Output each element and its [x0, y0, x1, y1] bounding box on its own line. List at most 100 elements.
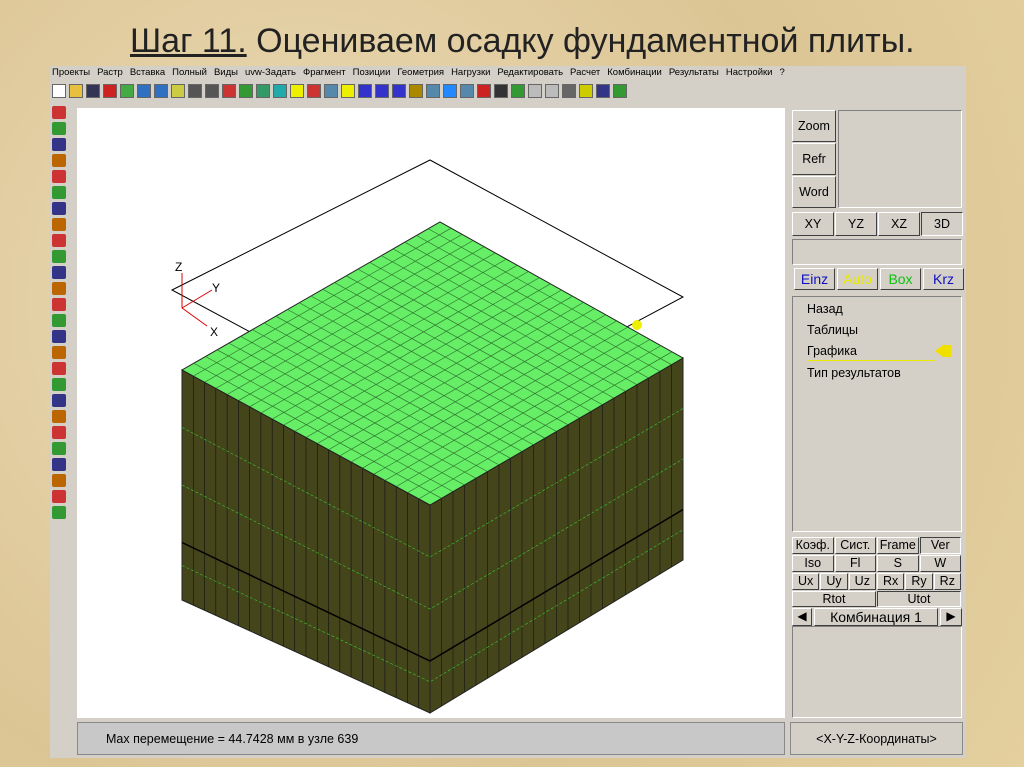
wizard-icon[interactable]	[120, 84, 134, 98]
zoom-out-icon[interactable]	[375, 84, 389, 98]
plot-icon[interactable]	[613, 84, 627, 98]
zoom-button[interactable]: Zoom	[792, 110, 836, 142]
tool-icon[interactable]	[52, 138, 66, 151]
tool-icon[interactable]	[52, 474, 66, 487]
save-icon[interactable]	[86, 84, 100, 98]
grid1-icon[interactable]	[188, 84, 202, 98]
window-icon[interactable]	[154, 84, 168, 98]
zoom-in-icon[interactable]	[358, 84, 372, 98]
menu-item[interactable]: Комбинации	[607, 67, 662, 81]
tool-icon[interactable]	[52, 122, 66, 135]
tool-icon[interactable]	[52, 394, 66, 407]
node-icon[interactable]	[341, 84, 355, 98]
combination-select[interactable]: Комбинация 1	[814, 608, 938, 626]
zoom-fit-icon[interactable]	[392, 84, 406, 98]
brush-icon[interactable]	[579, 84, 593, 98]
tool-icon[interactable]	[52, 410, 66, 423]
tool-icon[interactable]	[52, 442, 66, 455]
menu-item[interactable]: Фрагмент	[303, 67, 346, 81]
model-viewport[interactable]: Z Y X	[77, 108, 785, 718]
tool-icon[interactable]	[52, 282, 66, 295]
table-icon[interactable]	[494, 84, 508, 98]
new-icon[interactable]	[52, 84, 66, 98]
menu-item[interactable]: Проекты	[52, 67, 90, 81]
menu-item[interactable]: Результаты	[669, 67, 719, 81]
help-icon[interactable]	[426, 84, 440, 98]
delete-icon[interactable]	[103, 84, 117, 98]
select-icon[interactable]	[562, 84, 576, 98]
result-utot-button[interactable]: Utot	[877, 591, 961, 607]
bulb-icon[interactable]	[290, 84, 304, 98]
result-s-button[interactable]: S	[877, 555, 919, 572]
result-frame-button[interactable]: Frame	[877, 537, 919, 554]
tool-icon[interactable]	[52, 458, 66, 471]
result-fl-button[interactable]: Fl	[834, 555, 876, 572]
menu-item[interactable]: Нагрузки	[451, 67, 490, 81]
grid3-icon[interactable]	[222, 84, 236, 98]
result-сист-button[interactable]: Сист.	[834, 537, 876, 554]
result-rz-button[interactable]: Rz	[933, 573, 961, 590]
menu-item[interactable]: Расчет	[570, 67, 600, 81]
menu-item[interactable]: Настройки	[726, 67, 773, 81]
redo-icon[interactable]	[545, 84, 559, 98]
menu-item[interactable]: Геометрия	[397, 67, 444, 81]
word-button[interactable]: Word	[792, 176, 836, 208]
result-uz-button[interactable]: Uz	[848, 573, 876, 590]
line-icon[interactable]	[596, 84, 610, 98]
mode-einz-button[interactable]: Einz	[794, 268, 835, 290]
menu-item[interactable]: Растр	[97, 67, 123, 81]
result-w-button[interactable]: W	[919, 555, 961, 572]
undo-icon[interactable]	[528, 84, 542, 98]
result-ver-button[interactable]: Ver	[919, 537, 961, 554]
move-icon[interactable]	[460, 84, 474, 98]
tool-icon[interactable]	[52, 298, 66, 311]
tool-icon[interactable]	[52, 154, 66, 167]
menu-item[interactable]: Редактировать	[497, 67, 563, 81]
tool-icon[interactable]	[52, 346, 66, 359]
menu-item-graphics[interactable]: Графика	[807, 344, 951, 361]
stop-icon[interactable]	[477, 84, 491, 98]
view-xz-button[interactable]: XZ	[878, 212, 920, 236]
image-icon[interactable]	[324, 84, 338, 98]
tool-icon[interactable]	[52, 202, 66, 215]
result-ux-button[interactable]: Ux	[792, 573, 820, 590]
view-3d-button[interactable]: 3D	[921, 212, 963, 236]
view-yz-button[interactable]: YZ	[835, 212, 877, 236]
grid2-icon[interactable]	[205, 84, 219, 98]
result-uy-button[interactable]: Uy	[820, 573, 848, 590]
next-combination-button[interactable]: ▶	[940, 608, 962, 626]
result-rtot-button[interactable]: Rtot	[792, 591, 876, 607]
layers-icon[interactable]	[256, 84, 270, 98]
result-ry-button[interactable]: Ry	[905, 573, 933, 590]
tool-icon[interactable]	[52, 106, 66, 119]
info-icon[interactable]	[443, 84, 457, 98]
menu-item-result-type[interactable]: Тип результатов	[807, 366, 961, 382]
tool-icon[interactable]	[52, 490, 66, 503]
tool-icon[interactable]	[52, 506, 66, 519]
text-icon[interactable]	[171, 84, 185, 98]
tool-icon[interactable]	[52, 266, 66, 279]
result-iso-button[interactable]: Iso	[792, 555, 834, 572]
tool-icon[interactable]	[52, 218, 66, 231]
menu-item[interactable]: Вставка	[130, 67, 165, 81]
menu-item[interactable]: Позиции	[353, 67, 391, 81]
tool-icon[interactable]	[52, 234, 66, 247]
mode-krz-button[interactable]: Krz	[923, 268, 964, 290]
tool-icon[interactable]	[52, 330, 66, 343]
tool-icon[interactable]	[52, 186, 66, 199]
prev-combination-button[interactable]: ◀	[792, 608, 812, 626]
coordinates-button[interactable]: <X-Y-Z-Координаты>	[790, 722, 963, 755]
view-xy-button[interactable]: XY	[792, 212, 834, 236]
house-icon[interactable]	[409, 84, 423, 98]
tool-icon[interactable]	[52, 378, 66, 391]
paint-icon[interactable]	[307, 84, 321, 98]
refresh-button[interactable]: Refr	[792, 143, 836, 175]
result-rx-button[interactable]: Rx	[877, 573, 905, 590]
menu-item[interactable]: ?	[779, 67, 784, 81]
menu-item[interactable]: Виды	[214, 67, 238, 81]
menu-item-tables[interactable]: Таблицы	[807, 323, 961, 339]
tool-icon[interactable]	[52, 170, 66, 183]
tool-icon[interactable]	[52, 362, 66, 375]
tool-icon[interactable]	[52, 314, 66, 327]
mode-auto-button[interactable]: Auto	[837, 268, 878, 290]
